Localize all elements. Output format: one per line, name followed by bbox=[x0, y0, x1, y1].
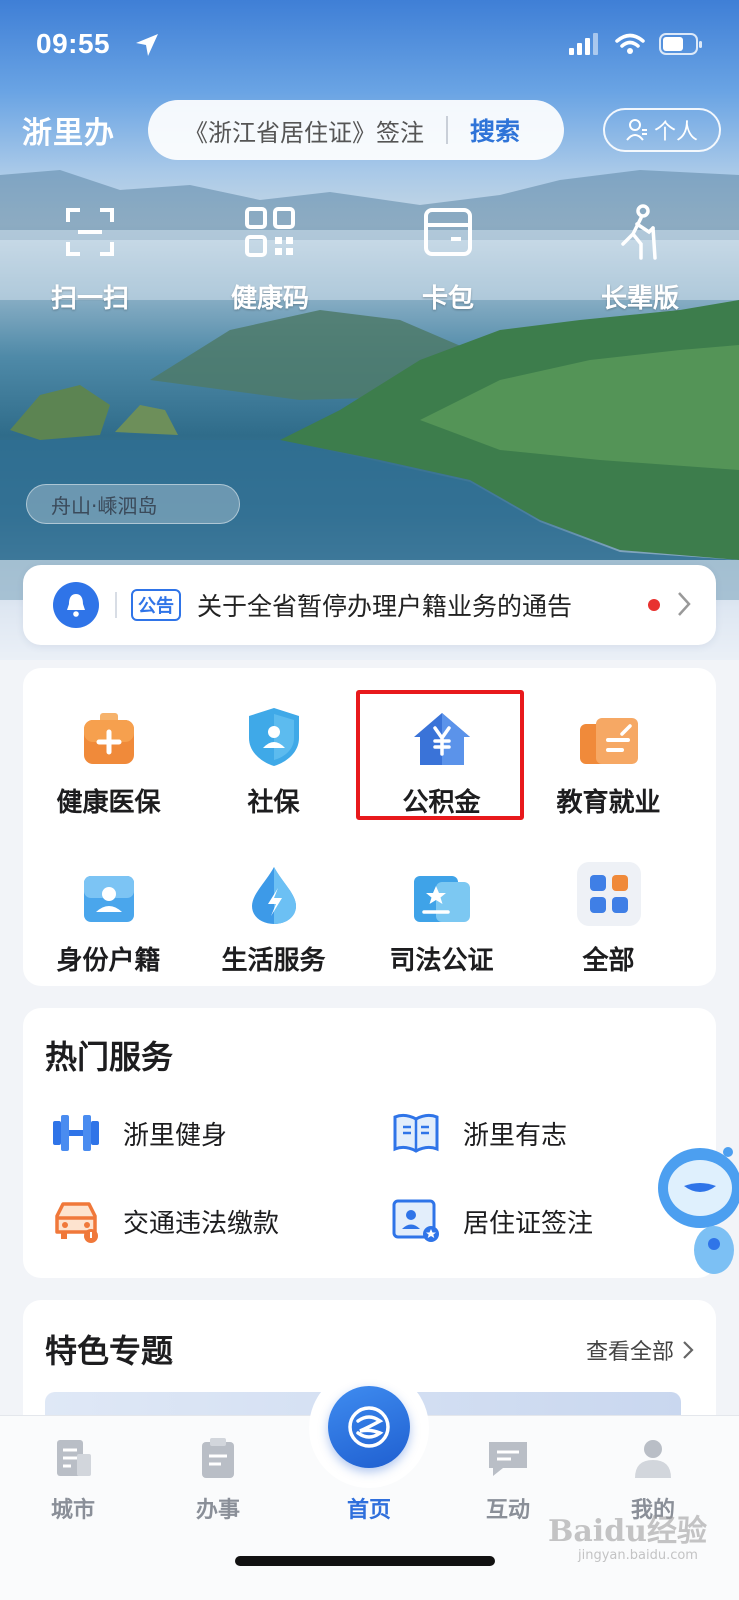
view-all-label: 查看全部 bbox=[585, 1340, 674, 1365]
education-icon bbox=[579, 718, 638, 764]
service-social-security[interactable]: 社保 bbox=[188, 704, 359, 819]
chevron-right-icon bbox=[678, 592, 691, 616]
service-label: 教育就业 bbox=[556, 788, 661, 818]
view-all-link[interactable]: 查看全部 bbox=[586, 1334, 694, 1366]
personal-mode-button[interactable]: 个人 bbox=[603, 108, 721, 152]
quick-action-scan[interactable]: 扫一扫 bbox=[20, 204, 160, 315]
service-label: 生活服务 bbox=[221, 946, 326, 976]
qr-code-icon bbox=[245, 207, 295, 257]
tab-label: 互动 bbox=[485, 1498, 530, 1523]
service-life-services[interactable]: 生活服务 bbox=[188, 862, 359, 977]
quick-action-label: 扫一扫 bbox=[50, 284, 129, 314]
hot-service-traffic-fine[interactable]: 交通违法缴款 bbox=[51, 1196, 279, 1246]
tab-label: 首页 bbox=[346, 1498, 391, 1523]
service-health-insurance[interactable]: 健康医保 bbox=[23, 704, 194, 819]
status-time: 09:55 bbox=[36, 28, 111, 59]
notary-icon bbox=[413, 876, 470, 922]
chevron-right-icon bbox=[683, 1341, 694, 1359]
clipboard-icon bbox=[202, 1438, 234, 1478]
card-wallet-icon bbox=[424, 208, 472, 256]
elder-icon bbox=[621, 204, 657, 260]
location-arrow-icon bbox=[136, 34, 158, 56]
quick-action-label: 卡包 bbox=[421, 284, 474, 314]
service-label: 社保 bbox=[247, 788, 300, 818]
notice-bar[interactable]: 公告 关于全省暂停办理户籍业务的通告 bbox=[23, 565, 716, 645]
person-switch-icon bbox=[626, 119, 647, 141]
tab-city[interactable]: 城市 bbox=[23, 1434, 123, 1524]
service-identity-household[interactable]: 身份户籍 bbox=[23, 862, 194, 977]
medical-kit-icon bbox=[83, 713, 134, 764]
battery-icon bbox=[659, 33, 702, 55]
watermark: Baidu经验 bbox=[548, 1514, 707, 1549]
hot-service-label: 交通违法缴款 bbox=[123, 1208, 280, 1239]
quick-actions: 扫一扫 健康码 卡包 长辈版 bbox=[0, 204, 739, 314]
service-label: 健康医保 bbox=[56, 788, 161, 818]
search-hint-text: 《浙江省居住证》签注 bbox=[184, 118, 424, 147]
hot-service-label: 浙里有志 bbox=[463, 1120, 568, 1151]
wifi-icon bbox=[615, 33, 645, 54]
service-label: 全部 bbox=[582, 946, 635, 976]
scan-icon bbox=[66, 208, 114, 256]
search-button[interactable]: 搜索 bbox=[470, 112, 520, 148]
hot-service-residence-permit[interactable]: 居住证签注 bbox=[391, 1196, 593, 1246]
unread-dot bbox=[648, 599, 660, 611]
service-label: 身份户籍 bbox=[56, 946, 161, 976]
quick-action-label: 长辈版 bbox=[600, 284, 679, 314]
hot-service-fitness[interactable]: 浙里健身 bbox=[51, 1108, 227, 1158]
chat-icon bbox=[489, 1442, 527, 1476]
home-logo-button[interactable] bbox=[328, 1386, 410, 1468]
bell-icon bbox=[53, 582, 99, 628]
quick-action-health-code[interactable]: 健康码 bbox=[200, 204, 340, 315]
dumbbell-icon bbox=[53, 1115, 99, 1151]
tab-services[interactable]: 办事 bbox=[168, 1434, 268, 1524]
user-icon bbox=[635, 1440, 671, 1478]
car-icon bbox=[55, 1202, 98, 1243]
home-indicator bbox=[235, 1556, 495, 1566]
service-all[interactable]: 全部 bbox=[523, 862, 694, 977]
service-education-employment[interactable]: 教育就业 bbox=[523, 704, 694, 819]
personal-mode-label: 个人 bbox=[653, 120, 698, 145]
hot-services-card: 热门服务 浙里健身 浙里有志 交通违法缴款 居住证签注 bbox=[23, 1008, 716, 1278]
app-logo: 浙里办 bbox=[22, 116, 115, 151]
notice-divider bbox=[115, 592, 117, 618]
book-icon bbox=[393, 1113, 439, 1153]
banner-location-tag: 舟山·嵊泗岛 bbox=[26, 484, 240, 524]
service-label: 司法公证 bbox=[389, 946, 494, 976]
tab-label: 城市 bbox=[50, 1498, 95, 1523]
top-bar: 浙里办 《浙江省居住证》签注 搜索 个人 bbox=[22, 100, 721, 160]
signal-icon bbox=[569, 33, 598, 55]
residence-permit-icon bbox=[392, 1199, 439, 1242]
shield-person-icon bbox=[248, 708, 299, 766]
assistant-robot-icon[interactable] bbox=[640, 1140, 739, 1290]
section-title: 特色专题 bbox=[45, 1332, 174, 1370]
hot-service-label: 居住证签注 bbox=[463, 1208, 594, 1239]
section-title: 热门服务 bbox=[45, 1038, 174, 1076]
landscape-image bbox=[0, 170, 739, 660]
service-judicial-notary[interactable]: 司法公证 bbox=[356, 862, 527, 977]
search-box[interactable]: 《浙江省居住证》签注 搜索 bbox=[148, 100, 564, 160]
quick-action-elder-mode[interactable]: 长辈版 bbox=[570, 204, 710, 315]
lightning-drop-icon bbox=[251, 867, 296, 924]
hot-service-label: 浙里健身 bbox=[123, 1120, 228, 1151]
tab-label: 办事 bbox=[195, 1498, 240, 1523]
hero-banner: 09:55 浙里办 《浙江省居住证》签注 搜索 个人 扫一扫 健康码 卡包 长辈… bbox=[0, 0, 739, 660]
notice-tag: 公告 bbox=[131, 589, 181, 621]
tab-interact[interactable]: 互动 bbox=[458, 1434, 558, 1524]
id-card-icon bbox=[83, 876, 134, 922]
status-bar: 09:55 bbox=[36, 28, 703, 68]
highlight-annotation-box bbox=[356, 690, 524, 820]
watermark-url: jingyan.baidu.com bbox=[578, 1548, 698, 1563]
city-icon bbox=[57, 1440, 91, 1476]
zheliban-logo-icon bbox=[348, 1406, 390, 1448]
quick-action-card-wallet[interactable]: 卡包 bbox=[378, 204, 518, 315]
all-grid-icon bbox=[576, 862, 641, 926]
hot-service-zhili-youzhi[interactable]: 浙里有志 bbox=[391, 1108, 567, 1158]
search-divider bbox=[446, 116, 448, 144]
quick-action-label: 健康码 bbox=[230, 284, 309, 314]
notice-text: 关于全省暂停办理户籍业务的通告 bbox=[197, 592, 573, 621]
